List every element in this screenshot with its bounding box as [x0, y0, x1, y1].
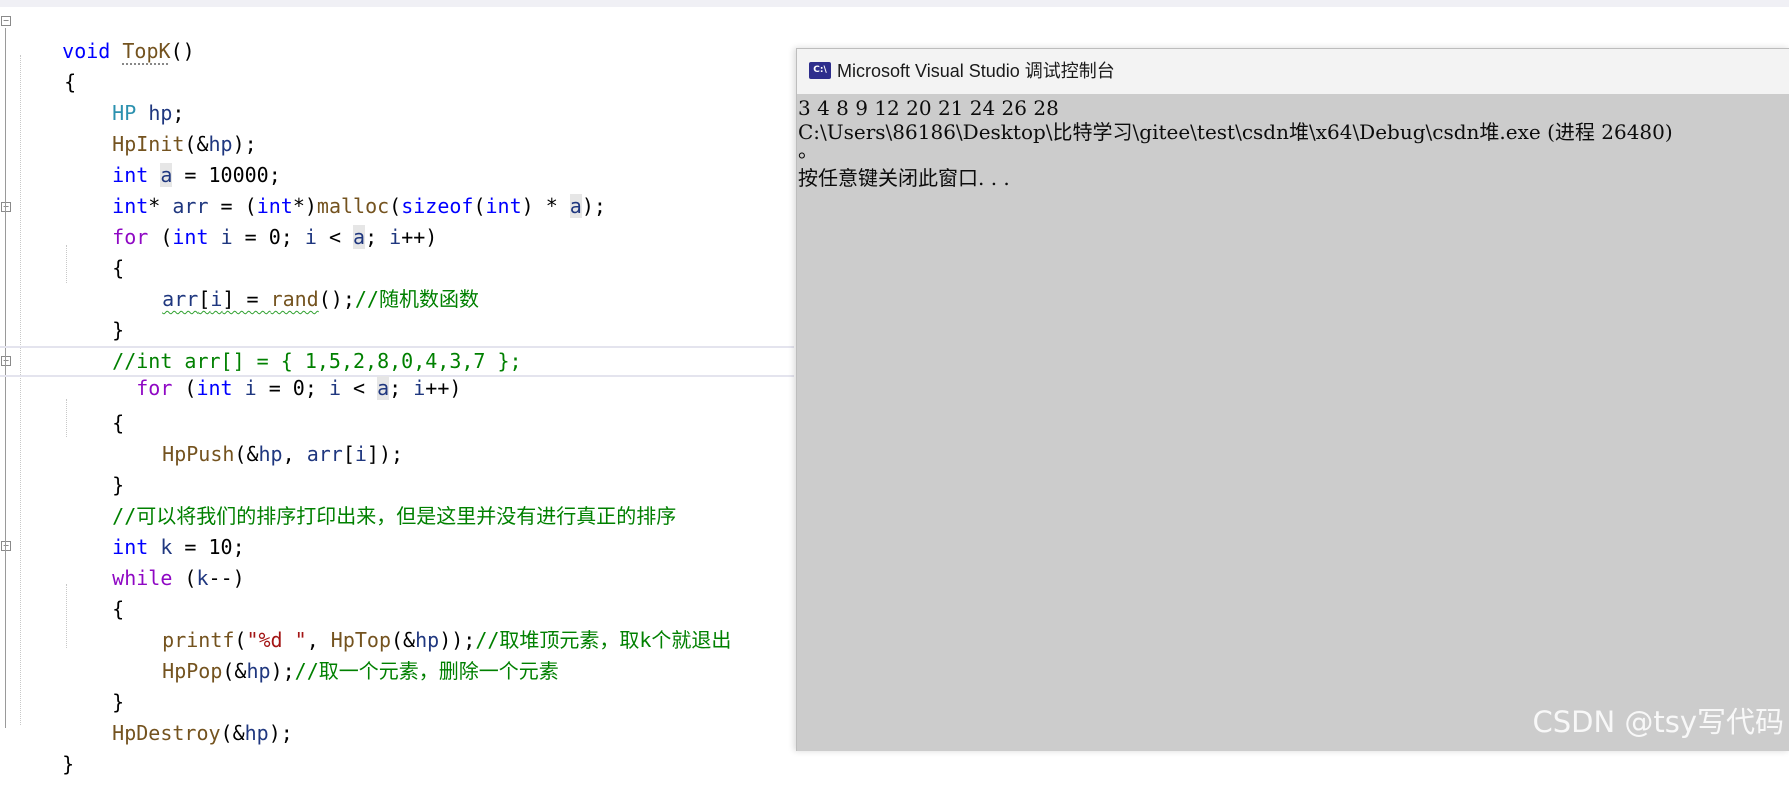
- code-line[interactable]: arr[i] = rand();//随机数函数: [114, 253, 479, 311]
- collapse-while-loop-icon[interactable]: −: [1, 541, 11, 551]
- console-line: 按任意键关闭此窗口. . .: [798, 166, 1010, 190]
- code-token: i: [413, 376, 426, 400]
- code-token: i: [220, 225, 233, 249]
- console-output[interactable]: 3 4 8 9 12 20 21 24 26 28 C:\Users\86186…: [797, 94, 1789, 751]
- code-token: rand: [270, 287, 319, 311]
- console-titlebar[interactable]: C:\ Microsoft Visual Studio 调试控制台: [797, 49, 1789, 94]
- code-token: ++): [425, 376, 462, 400]
- code-token: arr: [162, 287, 199, 311]
- code-line[interactable]: HpDestroy(&hp);: [64, 687, 293, 745]
- code-token: (: [473, 194, 486, 218]
- editor-top-strip: [0, 0, 1789, 7]
- console-line: 。: [798, 138, 818, 162]
- code-token: int: [485, 194, 522, 218]
- collapse-function-icon[interactable]: −: [1, 16, 11, 26]
- code-token: a: [569, 194, 582, 218]
- code-token: TopK: [122, 39, 171, 63]
- code-line[interactable]: HP hp;: [64, 67, 184, 125]
- watermark: CSDN @tsy写代码: [1532, 705, 1784, 739]
- code-line[interactable]: for (int i = 0; i < a; i++): [64, 191, 437, 249]
- code-line[interactable]: }: [14, 718, 74, 776]
- code-line[interactable]: void TopK(): [14, 5, 194, 63]
- code-token: <: [316, 225, 354, 249]
- code-token: ] =: [222, 287, 271, 311]
- code-token: (: [172, 566, 197, 590]
- code-line[interactable]: {: [64, 222, 124, 280]
- collapse-for-loop-icon[interactable]: −: [1, 202, 11, 212]
- code-token: ++): [401, 225, 438, 249]
- code-token: = 0;: [256, 376, 329, 400]
- code-token: ;: [389, 376, 414, 400]
- console-line: 3 4 8 9 12 20 21 24 26 28: [798, 96, 1059, 120]
- code-token: (: [148, 225, 173, 249]
- code-token: ;: [365, 225, 390, 249]
- code-token: HpDestroy: [112, 721, 221, 745]
- code-token: }: [62, 752, 75, 776]
- code-token: );: [581, 194, 606, 218]
- code-token: ]);: [366, 442, 404, 466]
- code-comment: //随机数函数: [354, 287, 479, 311]
- code-token: HpPush: [162, 442, 235, 466]
- code-token: ();: [318, 287, 355, 311]
- code-token: int: [196, 376, 233, 400]
- code-line[interactable]: //可以将我们的排序打印出来，但是这里并没有进行真正的排序: [64, 470, 676, 528]
- code-token: HpPop: [162, 659, 223, 683]
- code-line[interactable]: }: [64, 656, 124, 714]
- code-token: a: [377, 376, 390, 400]
- code-line[interactable]: }: [64, 284, 124, 342]
- code-line[interactable]: while (k--): [64, 532, 244, 590]
- code-token: [: [198, 287, 211, 311]
- code-line[interactable]: {: [64, 563, 124, 621]
- code-line[interactable]: //int arr[] = { 1,5,2,8,0,4,3,7 };: [64, 315, 521, 373]
- code-token: (&: [222, 659, 247, 683]
- code-token: i: [389, 225, 402, 249]
- code-token: i: [210, 287, 223, 311]
- code-token: (): [170, 39, 195, 63]
- console-line: C:\Users\86186\Desktop\比特学习\gitee\test\c…: [798, 120, 1673, 144]
- code-token: arr: [306, 442, 343, 466]
- console-title: Microsoft Visual Studio 调试控制台: [837, 61, 1115, 81]
- current-code-line[interactable]: for (int i = 0; i < a; i++): [0, 346, 794, 400]
- code-line[interactable]: HpPush(&hp, arr[i]);: [114, 408, 403, 466]
- debug-console-window[interactable]: C:\ Microsoft Visual Studio 调试控制台 3 4 8 …: [796, 48, 1789, 751]
- code-line[interactable]: int a = 10000;: [64, 129, 281, 187]
- code-token: hp: [258, 442, 283, 466]
- code-token: int: [172, 225, 209, 249]
- code-token: (&: [220, 721, 245, 745]
- code-token: i: [244, 376, 257, 400]
- code-token: = 0;: [232, 225, 305, 249]
- code-line[interactable]: int k = 10;: [64, 501, 244, 559]
- console-app-icon: C:\: [809, 62, 831, 79]
- code-line[interactable]: {: [64, 377, 124, 435]
- code-token: for: [136, 376, 173, 400]
- code-token: );: [270, 659, 295, 683]
- code-line[interactable]: HpInit(&hp);: [64, 98, 257, 156]
- code-token: );: [268, 721, 293, 745]
- code-token: ) *: [521, 194, 570, 218]
- code-token: hp: [246, 659, 271, 683]
- code-token: k: [196, 566, 209, 590]
- code-comment: //取一个元素，删除一个元素: [294, 659, 559, 683]
- code-token: <: [340, 376, 378, 400]
- code-line[interactable]: {: [16, 36, 76, 94]
- code-token: ,: [282, 442, 307, 466]
- code-token: [: [342, 442, 355, 466]
- code-line[interactable]: HpPop(&hp);//取一个元素，删除一个元素: [114, 625, 559, 683]
- code-token: --): [208, 566, 245, 590]
- code-token: hp: [244, 721, 269, 745]
- code-token: (&: [234, 442, 259, 466]
- code-line[interactable]: int* arr = (int*)malloc(sizeof(int) * a)…: [64, 160, 606, 218]
- code-token: a: [353, 225, 366, 249]
- code-token: i: [304, 225, 317, 249]
- code-token: i: [328, 376, 341, 400]
- code-line[interactable]: }: [64, 439, 124, 497]
- code-token: (: [172, 376, 197, 400]
- code-line[interactable]: printf("%d ", HpTop(&hp));//取堆顶元素，取k个就退出: [114, 594, 731, 652]
- code-token: i: [354, 442, 367, 466]
